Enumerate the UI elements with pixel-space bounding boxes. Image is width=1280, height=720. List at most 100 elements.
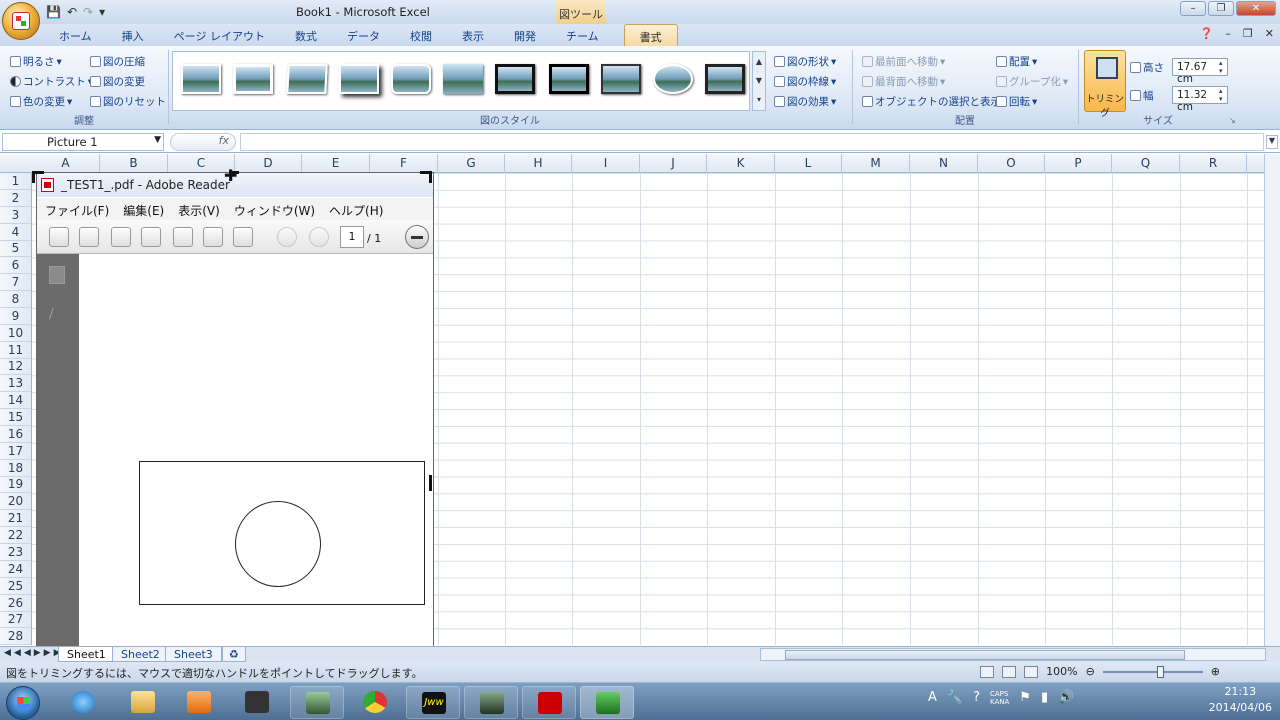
- sheet-tab[interactable]: Sheet3: [165, 647, 222, 662]
- style-thumb[interactable]: [653, 64, 693, 94]
- ime-icon[interactable]: A: [928, 690, 937, 706]
- height-spinner[interactable]: 17.67 cm: [1172, 58, 1228, 85]
- change-picture-button[interactable]: 図の変更: [90, 74, 145, 89]
- ribbon-restore-icon[interactable]: ❐: [1243, 27, 1253, 40]
- style-thumb[interactable]: [339, 64, 379, 94]
- tab-developer[interactable]: 開発: [499, 24, 551, 46]
- app-taskbar-button[interactable]: [464, 686, 518, 719]
- horizontal-scrollbar[interactable]: [760, 648, 1266, 661]
- column-header[interactable]: M: [842, 154, 910, 173]
- start-button[interactable]: [6, 686, 40, 720]
- zoom-level[interactable]: 100%: [1046, 665, 1077, 678]
- width-spinner[interactable]: 11.32 cm: [1172, 86, 1228, 113]
- flag-icon[interactable]: ⚑: [1019, 690, 1031, 706]
- column-header[interactable]: G: [438, 154, 505, 173]
- app-taskbar-button[interactable]: [290, 686, 344, 719]
- crop-handle-right[interactable]: [429, 475, 432, 491]
- row-header[interactable]: 11: [0, 342, 31, 359]
- sheet-nav-arrows[interactable]: ◀◀◀▶▶▶: [4, 648, 64, 658]
- vertical-scrollbar[interactable]: [1264, 154, 1280, 646]
- row-header[interactable]: 24: [0, 561, 31, 578]
- align-button[interactable]: 配置 ▾: [996, 54, 1037, 69]
- ie-taskbar-button[interactable]: [56, 686, 110, 719]
- picture-object[interactable]: _TEST1_.pdf - Adobe Reader ファイル(F) 編集(E)…: [36, 172, 434, 646]
- close-button[interactable]: ✕: [1236, 1, 1276, 16]
- reset-picture-button[interactable]: 図のリセット: [90, 94, 166, 109]
- page-layout-view-icon[interactable]: [1002, 665, 1017, 678]
- crop-handle-top-right[interactable]: [429, 171, 432, 183]
- help-circle-icon[interactable]: ?: [973, 690, 980, 706]
- formula-input[interactable]: [240, 133, 1264, 151]
- style-thumb[interactable]: [495, 64, 535, 94]
- tab-data[interactable]: データ: [332, 24, 395, 46]
- tab-view[interactable]: 表示: [447, 24, 499, 46]
- tab-review[interactable]: 校閲: [395, 24, 447, 46]
- row-header[interactable]: 16: [0, 426, 31, 443]
- chrome-taskbar-button[interactable]: [348, 686, 402, 719]
- column-header[interactable]: K: [707, 154, 775, 173]
- minimize-button[interactable]: –: [1180, 1, 1206, 16]
- recolor-button[interactable]: 色の変更 ▾: [10, 94, 72, 109]
- ribbon-minimize-icon[interactable]: –: [1225, 27, 1231, 40]
- page-break-view-icon[interactable]: [1024, 665, 1039, 678]
- picture-shape-button[interactable]: 図の形状 ▾: [774, 54, 836, 69]
- row-header[interactable]: 7: [0, 274, 31, 292]
- row-header[interactable]: 20: [0, 493, 31, 511]
- style-thumb[interactable]: [443, 64, 483, 94]
- column-header[interactable]: R: [1180, 154, 1247, 173]
- sheet-tab[interactable]: Sheet2: [112, 647, 169, 662]
- office-button[interactable]: [2, 2, 40, 40]
- save-icon[interactable]: 💾: [46, 5, 61, 19]
- row-header[interactable]: 18: [0, 460, 31, 477]
- send-to-back-button[interactable]: 最背面へ移動 ▾: [862, 74, 945, 89]
- column-header[interactable]: E: [302, 154, 370, 173]
- row-header[interactable]: 10: [0, 325, 31, 342]
- tab-insert[interactable]: 挿入: [107, 24, 159, 46]
- column-header[interactable]: N: [910, 154, 978, 173]
- tab-home[interactable]: ホーム: [44, 24, 107, 46]
- zoom-slider-knob[interactable]: [1156, 665, 1164, 678]
- picture-effects-button[interactable]: 図の効果 ▾: [774, 94, 836, 109]
- network-icon[interactable]: ▮: [1041, 690, 1048, 706]
- ribbon-close-icon[interactable]: ✕: [1265, 27, 1274, 40]
- row-header[interactable]: 28: [0, 628, 31, 646]
- style-thumb[interactable]: [601, 64, 641, 94]
- picture-border-button[interactable]: 図の枠線 ▾: [774, 74, 836, 89]
- tab-page-layout[interactable]: ページ レイアウト: [159, 24, 280, 46]
- crop-handle-top-left[interactable]: [32, 171, 35, 183]
- reader-taskbar-button[interactable]: [522, 686, 576, 719]
- normal-view-icon[interactable]: [980, 665, 995, 678]
- sheet-tab[interactable]: Sheet1: [58, 647, 115, 662]
- column-header[interactable]: L: [775, 154, 842, 173]
- excel-taskbar-button[interactable]: [580, 686, 634, 719]
- row-header[interactable]: 23: [0, 544, 31, 561]
- redo-icon[interactable]: ↷: [83, 5, 93, 19]
- clock[interactable]: 21:13 2014/04/06: [1209, 684, 1272, 716]
- style-thumb[interactable]: [549, 64, 589, 94]
- style-thumb[interactable]: [233, 64, 273, 94]
- tab-format[interactable]: 書式: [623, 24, 678, 46]
- zoom-slider[interactable]: [1102, 665, 1203, 678]
- row-header[interactable]: 4: [0, 224, 31, 241]
- row-header[interactable]: 9: [0, 308, 31, 325]
- tab-team[interactable]: チーム: [551, 24, 614, 46]
- column-header[interactable]: O: [978, 154, 1045, 173]
- explorer-taskbar-button[interactable]: [116, 686, 170, 719]
- column-header[interactable]: D: [235, 154, 302, 173]
- selection-pane-button[interactable]: オブジェクトの選択と表示: [862, 94, 1001, 109]
- style-thumb[interactable]: [286, 64, 328, 94]
- row-header[interactable]: 2: [0, 190, 31, 207]
- size-dialog-launcher-icon[interactable]: ↘: [1229, 116, 1236, 125]
- bring-to-front-button[interactable]: 最前面へ移動 ▾: [862, 54, 945, 69]
- insert-sheet-icon[interactable]: ♻: [222, 647, 246, 662]
- zoom-in-icon[interactable]: ⊕: [1211, 665, 1220, 678]
- column-header[interactable]: J: [640, 154, 707, 173]
- row-header[interactable]: 27: [0, 611, 31, 629]
- row-header[interactable]: 21: [0, 510, 31, 528]
- style-thumb[interactable]: [705, 64, 745, 94]
- row-header[interactable]: 13: [0, 375, 31, 393]
- group-button[interactable]: グループ化 ▾: [996, 74, 1068, 89]
- undo-icon[interactable]: ↶: [67, 5, 77, 19]
- tab-formulas[interactable]: 数式: [280, 24, 332, 46]
- expand-formula-icon[interactable]: ▼: [1266, 135, 1278, 149]
